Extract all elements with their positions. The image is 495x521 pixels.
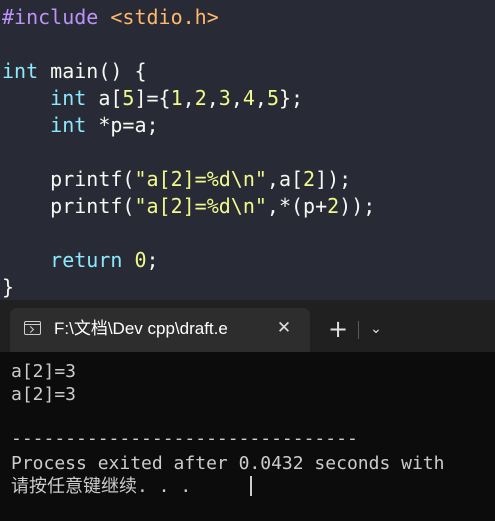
terminal-output-line: -------------------------------- — [11, 428, 358, 449]
code-token: int — [50, 86, 87, 110]
code-line: #include <stdio.h> — [2, 4, 219, 31]
code-line: int *p=a; — [2, 112, 159, 139]
code-line: return 0; — [2, 247, 159, 274]
code-token: printf( — [2, 194, 135, 218]
code-token: "a[2]=%d\n" — [134, 167, 267, 191]
code-token: 2 — [194, 86, 207, 110]
code-token: 1 — [170, 86, 183, 110]
terminal-output-line: a[2]=3 — [11, 384, 77, 405]
code-token: , — [206, 86, 219, 110]
code-token: ; — [146, 248, 159, 272]
code-token: "a[2]=%d\n" — [134, 194, 267, 218]
code-token: ]); — [315, 167, 352, 191]
code-token: a[ — [86, 86, 123, 110]
terminal-output-line: a[2]=3 — [11, 361, 77, 382]
terminal-tab-bar: F:\文档\Dev cpp\draft.e ✕ + ⌄ — [0, 300, 495, 352]
terminal-output-line: Process exited after 0.0432 seconds with — [11, 453, 445, 474]
terminal-tab[interactable]: F:\文档\Dev cpp\draft.e ✕ — [10, 308, 310, 352]
code-token: ,*(p+ — [266, 194, 328, 218]
code-line: int a[5]={1,2,3,4,5}; — [2, 85, 303, 112]
code-token: 0 — [134, 248, 147, 272]
close-tab-icon[interactable]: ✕ — [272, 316, 296, 340]
code-token: ]={ — [134, 86, 171, 110]
code-token: main() { — [38, 59, 147, 83]
code-line: } — [2, 274, 14, 300]
code-token: 4 — [242, 86, 255, 110]
code-token: return — [50, 248, 123, 272]
tab-divider — [358, 321, 359, 339]
new-tab-icon[interactable]: + — [324, 315, 352, 343]
code-token: , — [254, 86, 267, 110]
code-token: 3 — [218, 86, 231, 110]
code-token: int — [2, 59, 39, 83]
code-token: } — [2, 275, 15, 299]
code-token: 5 — [122, 86, 135, 110]
code-line: printf("a[2]=%d\n",*(p+2)); — [2, 193, 375, 220]
chevron-down-icon[interactable]: ⌄ — [364, 315, 388, 343]
code-line: int main() { — [2, 58, 147, 85]
code-token: *p=a; — [86, 113, 159, 137]
code-line: printf("a[2]=%d\n",a[2]); — [2, 166, 351, 193]
code-token: 5 — [266, 86, 280, 110]
terminal-output-line: 请按任意键继续. . . — [11, 476, 192, 497]
code-token: <stdio.h> — [110, 5, 219, 29]
code-token: 2 — [303, 167, 316, 191]
text-cursor — [250, 476, 252, 496]
code-token: }; — [279, 86, 304, 110]
tab-title: F:\文档\Dev cpp\draft.e — [54, 319, 228, 338]
code-token: #include — [2, 5, 111, 29]
terminal-icon — [24, 321, 41, 335]
code-token: printf( — [2, 167, 135, 191]
code-token: )); — [339, 194, 376, 218]
code-token: , — [182, 86, 195, 110]
code-editor[interactable]: #include <stdio.h> int main() { int a[5]… — [0, 0, 495, 300]
code-token: , — [230, 86, 243, 110]
code-token: 2 — [327, 194, 340, 218]
code-token: ,a[ — [266, 167, 304, 191]
code-token: int — [50, 113, 87, 137]
